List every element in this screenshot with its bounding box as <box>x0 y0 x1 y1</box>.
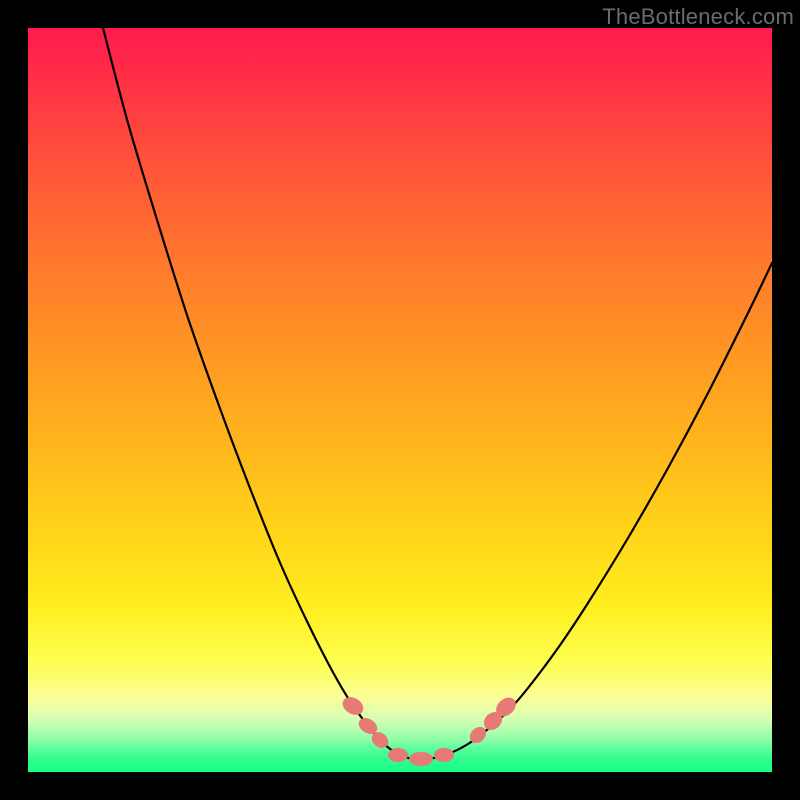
bead-flat-2 <box>409 752 433 766</box>
bead-flat-1 <box>388 748 408 762</box>
bottleneck-curve <box>103 28 772 760</box>
watermark-text: TheBottleneck.com <box>602 4 794 30</box>
curve-markers <box>339 694 519 766</box>
left-bead-1 <box>339 694 366 719</box>
chart-frame: TheBottleneck.com <box>0 0 800 800</box>
curve-svg <box>28 28 772 772</box>
plot-area <box>28 28 772 772</box>
bead-flat-3 <box>434 748 454 762</box>
